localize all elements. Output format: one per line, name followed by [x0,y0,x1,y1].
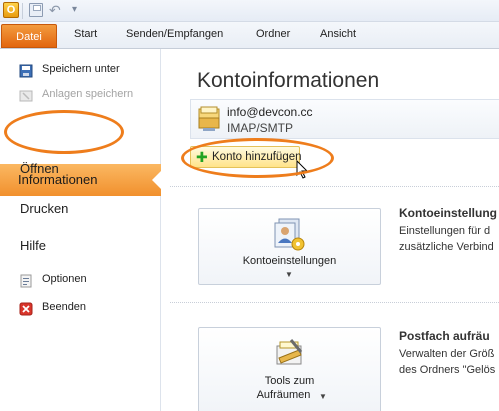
add-account-label: Konto hinzufügen [212,151,302,163]
account-settings-button[interactable]: Kontoeinstellungen ▼ [198,208,381,285]
menu-item-label: Öffnen [20,161,59,176]
section-text: Verwalten der Größ [399,348,495,360]
menu-item-open[interactable]: Öffnen [0,154,161,184]
menu-item-label: Anlagen speichern [42,88,134,100]
page-title: Kontoinformationen [197,69,380,92]
menu-item-label: Optionen [42,273,87,285]
section-text: zusätzliche Verbind [399,241,494,253]
save-as-icon [19,64,33,78]
dropdown-arrow-icon: ▼ [285,270,293,279]
cleanup-tools-label-line2: Aufräumen [256,389,311,401]
backstage-menu: Speichern unter Anlagen speichern Inform… [0,49,162,411]
menu-item-label: Beenden [42,301,87,313]
plus-icon: ✚ [196,149,208,165]
qat-separator [22,3,23,19]
menu-item-exit[interactable]: Beenden [0,297,161,321]
divider [170,186,499,187]
menu-item-label: Drucken [20,201,69,216]
outlook-app-icon[interactable]: O [3,2,19,18]
tab-ansicht[interactable]: Ansicht [320,28,356,46]
menu-item-help[interactable]: Hilfe [0,231,161,261]
save-icon[interactable] [29,3,43,17]
options-icon [20,274,32,288]
section-text: Einstellungen für d [399,225,491,237]
menu-item-label: Hilfe [20,238,47,253]
tab-senden-empfangen[interactable]: Senden/Empfangen [126,28,223,46]
account-settings-icon [274,218,305,251]
section-title: Postfach aufräu [399,329,490,343]
cleanup-tools-label-line1: Tools zum [264,375,315,387]
section-title: Kontoeinstellung [399,206,497,220]
menu-item-options[interactable]: Optionen [0,269,161,293]
tab-start[interactable]: Start [74,28,97,46]
customize-qat-icon[interactable]: ▾ [72,2,84,18]
ribbon-tabs: Datei Start Senden/Empfangen Ordner Ansi… [0,22,499,49]
tab-datei[interactable]: Datei [1,24,57,48]
cleanup-tools-icon [276,339,303,365]
account-email: info@devcon.cc [227,105,313,119]
account-settings-label: Kontoeinstellungen [242,255,337,267]
menu-item-print[interactable]: Drucken [0,194,161,224]
menu-item-label: Speichern unter [42,63,120,75]
tab-ordner[interactable]: Ordner [256,28,290,46]
mouse-cursor-icon [296,160,309,179]
mail-account-icon [198,106,220,131]
menu-item-save-as[interactable]: Speichern unter [0,59,161,83]
cleanup-tools-button[interactable]: Tools zum Aufräumen ▼ [198,327,381,411]
add-account-button[interactable]: ✚ Konto hinzufügen [190,146,302,168]
account-type: IMAP/SMTP [227,121,294,135]
close-icon [19,302,33,316]
undo-icon[interactable]: ↶ [49,2,65,18]
attachment-icon [19,90,33,102]
quick-access-toolbar: O ↶ ▾ [0,0,499,22]
account-info-pane: Kontoinformationen info@devcon.cc IMAP/S… [162,49,499,411]
section-text: des Ordners "Gelös [399,364,496,376]
account-selector[interactable]: info@devcon.cc IMAP/SMTP [190,99,499,139]
menu-item-save-attachments: Anlagen speichern [0,84,161,108]
dropdown-arrow-icon: ▼ [319,392,327,401]
divider [170,302,499,303]
